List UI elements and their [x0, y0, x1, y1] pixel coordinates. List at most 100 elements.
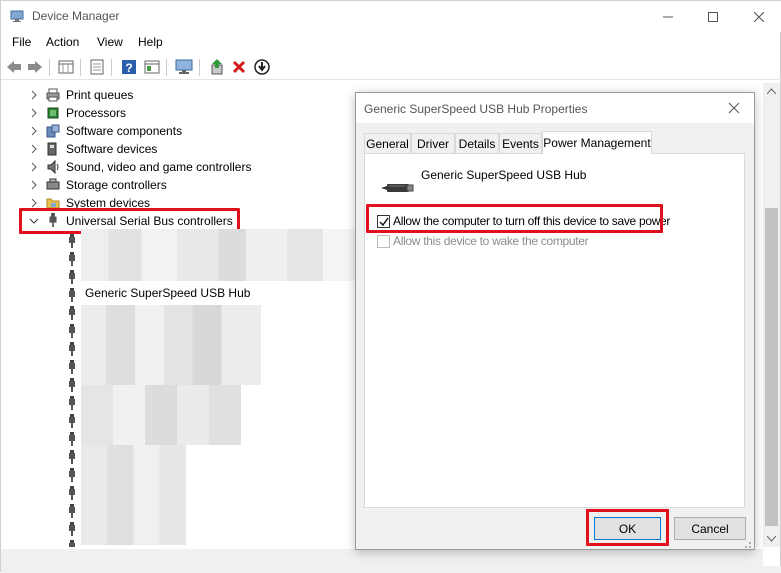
toolbar: ?: [1, 55, 781, 80]
tab-general[interactable]: General: [364, 133, 411, 153]
menu-action[interactable]: Action: [46, 35, 79, 49]
download-circle-icon: [254, 59, 270, 75]
properties-view-button[interactable]: [57, 58, 75, 76]
usb-plug-icon: [69, 234, 75, 248]
properties-grid-icon: [58, 60, 74, 74]
usb-plug-icon: [69, 540, 75, 547]
redacted-region: [81, 445, 186, 545]
scrollbar-thumb[interactable]: [765, 208, 778, 526]
menu-file[interactable]: File: [12, 35, 31, 49]
refresh-grid-icon: [144, 60, 160, 74]
scroll-down-icon[interactable]: [767, 536, 776, 542]
usb-plug-icon: [69, 360, 75, 374]
resize-grip-icon[interactable]: [740, 537, 752, 549]
tree-horizontal-scrollbar[interactable]: [1, 549, 763, 566]
printer-icon: [46, 88, 60, 102]
window-title: Device Manager: [32, 9, 120, 23]
chevron-right-icon[interactable]: [29, 108, 39, 118]
usb-plug-icon: [69, 486, 75, 500]
properties-dialog: Generic SuperSpeed USB Hub Properties Ge…: [355, 92, 755, 550]
usb-plug-icon: [69, 396, 75, 410]
tree-item-processors[interactable]: Processors: [1, 104, 341, 122]
back-button[interactable]: [5, 58, 23, 76]
tree-item-label: Print queues: [66, 88, 134, 102]
usb-plug-icon: [69, 270, 75, 284]
tree-item-sound-video-game[interactable]: Sound, video and game controllers: [1, 158, 341, 176]
usb-plug-icon: [69, 252, 75, 266]
usb-hub-icon: [381, 184, 414, 192]
usb-plug-icon: [69, 324, 75, 338]
help-icon: ?: [122, 60, 136, 75]
usb-plug-icon: [69, 468, 75, 482]
document-icon: [90, 59, 104, 75]
tree-item-label: Generic SuperSpeed USB Hub: [85, 286, 251, 300]
download-button[interactable]: [253, 58, 271, 76]
update-driver-icon: [211, 59, 223, 75]
monitor-scan-icon: [175, 59, 193, 74]
chevron-right-icon[interactable]: [29, 180, 39, 190]
forward-arrow-icon: [28, 61, 42, 73]
toolbar-separator: [199, 59, 200, 76]
tab-power-management[interactable]: Power Management: [542, 131, 652, 154]
usb-plug-icon: [69, 342, 75, 356]
wake-checkbox: [377, 234, 390, 248]
uninstall-x-icon: [232, 60, 246, 74]
tree-item-label: Storage controllers: [66, 178, 167, 192]
wake-computer-option: Allow this device to wake the computer: [377, 234, 589, 248]
tab-driver[interactable]: Driver: [411, 133, 455, 153]
tab-events[interactable]: Events: [499, 133, 542, 153]
tree-item-storage-controllers[interactable]: Storage controllers: [1, 176, 341, 194]
tree-item-label: Software components: [66, 124, 183, 138]
tree-item-print-queues[interactable]: Print queues: [1, 86, 341, 104]
svg-text:?: ?: [125, 61, 132, 75]
usb-plug-icon: [69, 432, 75, 446]
tree-vertical-scrollbar[interactable]: [763, 83, 780, 547]
usb-plug-icon: [69, 306, 75, 320]
scan-hardware-button[interactable]: [175, 58, 193, 76]
help-button[interactable]: ?: [120, 58, 138, 76]
tree-item-generic-superspeed-hub[interactable]: Generic SuperSpeed USB Hub: [61, 284, 261, 302]
chevron-right-icon[interactable]: [29, 90, 39, 100]
forward-button[interactable]: [26, 58, 44, 76]
tree-item-software-components[interactable]: Software components: [1, 122, 341, 140]
tree-item-label: Processors: [66, 106, 127, 120]
tree-item-label: Sound, video and game controllers: [66, 160, 252, 174]
chevron-right-icon[interactable]: [29, 198, 39, 208]
document-button[interactable]: [88, 58, 106, 76]
toolbar-separator: [111, 59, 112, 76]
back-arrow-icon: [7, 61, 21, 73]
scroll-up-icon[interactable]: [767, 88, 776, 94]
redacted-region: [81, 385, 241, 445]
highlight-ok-button: [586, 509, 669, 546]
dialog-close-icon[interactable]: [726, 100, 742, 116]
device-name: Generic SuperSpeed USB Hub: [421, 168, 587, 182]
toolbar-separator: [49, 59, 50, 76]
usb-plug-icon: [69, 522, 75, 536]
redacted-region: [81, 229, 356, 281]
uninstall-button[interactable]: [230, 58, 248, 76]
usb-plug-icon: [69, 450, 75, 464]
close-icon: [754, 11, 764, 22]
tree-item-software-devices[interactable]: Software devices: [1, 140, 341, 158]
chevron-right-icon[interactable]: [29, 162, 39, 172]
maximize-button[interactable]: [690, 1, 736, 32]
refresh-view-button[interactable]: [143, 58, 161, 76]
close-button[interactable]: [736, 1, 781, 32]
usb-plug-icon: [69, 504, 75, 518]
toolbar-separator: [166, 59, 167, 76]
usb-plug-icon: [69, 378, 75, 392]
title-bar: Device Manager: [1, 1, 781, 32]
minimize-button[interactable]: [645, 1, 691, 32]
menu-bar: File Action View Help: [1, 32, 781, 54]
menu-help[interactable]: Help: [138, 35, 163, 49]
update-driver-button[interactable]: [208, 58, 226, 76]
tree-item-label: Software devices: [66, 142, 158, 156]
menu-view[interactable]: View: [97, 35, 123, 49]
tab-details[interactable]: Details: [455, 133, 499, 153]
speaker-icon: [47, 160, 59, 174]
storage-icon: [46, 178, 60, 190]
cancel-button[interactable]: Cancel: [674, 517, 746, 540]
chevron-right-icon[interactable]: [29, 144, 39, 154]
chevron-right-icon[interactable]: [29, 126, 39, 136]
software-device-icon: [47, 142, 57, 156]
